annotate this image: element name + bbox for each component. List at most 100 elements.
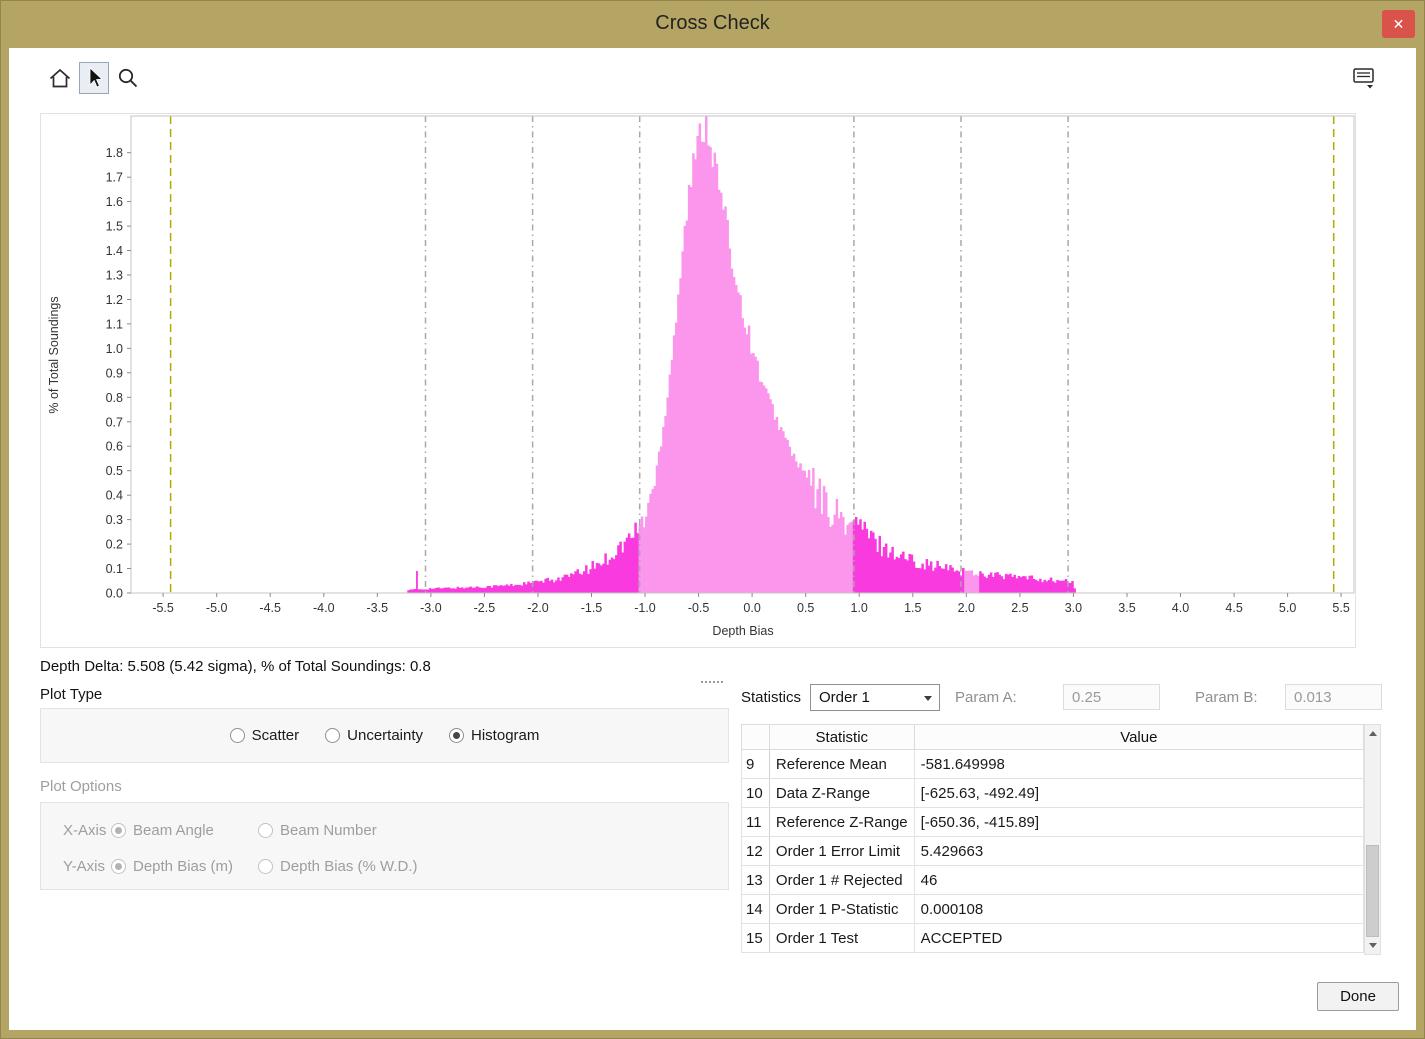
radio-circle (111, 823, 126, 838)
table-row[interactable]: 10 Data Z-Range [-625.63, -492.49] (742, 779, 1364, 808)
radio-label: Histogram (471, 727, 539, 744)
svg-text:-0.5: -0.5 (688, 601, 710, 615)
radio-histogram[interactable]: Histogram (449, 727, 539, 744)
svg-text:1.8: 1.8 (106, 146, 123, 160)
statistics-table: Statistic Value 9 Reference Mean -581.64… (741, 724, 1364, 953)
value-cell: [-625.63, -492.49] (914, 779, 1363, 808)
value-cell: -581.649998 (914, 750, 1363, 779)
scroll-up-icon[interactable] (1365, 726, 1380, 742)
close-icon: ✕ (1393, 16, 1405, 33)
row-number: 12 (742, 837, 770, 866)
svg-text:0.1: 0.1 (106, 562, 123, 576)
svg-text:-3.0: -3.0 (420, 601, 442, 615)
radio-circle (258, 823, 273, 838)
svg-text:1.0: 1.0 (851, 601, 868, 615)
row-number: 13 (742, 866, 770, 895)
svg-text:-1.5: -1.5 (581, 601, 603, 615)
svg-text:0.0: 0.0 (743, 601, 760, 615)
table-row[interactable]: 15 Order 1 Test ACCEPTED (742, 924, 1364, 953)
radio-circle (258, 859, 273, 874)
table-row[interactable]: 13 Order 1 # Rejected 46 (742, 866, 1364, 895)
statistic-cell: Order 1 # Rejected (769, 866, 914, 895)
value-cell: 5.429663 (914, 837, 1363, 866)
y-axis-row: Y-Axis Depth Bias (m) Depth Bias (% W.D.… (63, 853, 728, 879)
svg-text:1.4: 1.4 (106, 244, 123, 258)
done-button[interactable]: Done (1317, 982, 1399, 1011)
svg-text:0.3: 0.3 (106, 513, 123, 527)
radio-depth-bias-wd: Depth Bias (% W.D.) (258, 858, 418, 875)
cursor-icon (83, 66, 105, 90)
radio-uncertainty[interactable]: Uncertainty (325, 727, 423, 744)
svg-text:-5.5: -5.5 (152, 601, 174, 615)
statistic-cell: Reference Mean (769, 750, 914, 779)
splitter-handle[interactable] (701, 681, 723, 683)
histogram-chart-area[interactable]: -5.5-5.0-4.5-4.0-3.5-3.0-2.5-2.0-1.5-1.0… (40, 113, 1356, 648)
value-cell: 46 (914, 866, 1363, 895)
zoom-tool-button[interactable] (113, 63, 143, 93)
status-line: Depth Delta: 5.508 (5.42 sigma), % of To… (40, 658, 431, 675)
order-select[interactable]: Order 1 (810, 684, 940, 711)
row-number: 11 (742, 808, 770, 837)
radio-depth-bias-m: Depth Bias (m) (111, 858, 258, 875)
statistics-label: Statistics (741, 689, 801, 706)
statistic-cell: Order 1 Error Limit (769, 837, 914, 866)
svg-text:2.0: 2.0 (958, 601, 975, 615)
row-number: 10 (742, 779, 770, 808)
chevron-down-icon (924, 696, 932, 701)
svg-text:1.6: 1.6 (106, 195, 123, 209)
radio-circle (111, 859, 126, 874)
value-cell: ACCEPTED (914, 924, 1363, 953)
row-number: 9 (742, 750, 770, 779)
svg-text:0.8: 0.8 (106, 391, 123, 405)
radio-beam-angle: Beam Angle (111, 822, 258, 839)
title-bar[interactable]: Cross Check ✕ (0, 0, 1425, 48)
radio-circle (449, 728, 464, 743)
svg-text:% of Total Soundings: % of Total Soundings (47, 296, 61, 413)
svg-text:5.0: 5.0 (1279, 601, 1296, 615)
svg-text:3.5: 3.5 (1118, 601, 1135, 615)
svg-text:1.1: 1.1 (106, 317, 123, 331)
annotation-menu-button[interactable] (1349, 63, 1379, 93)
svg-text:1.5: 1.5 (106, 220, 123, 234)
svg-text:0.6: 0.6 (106, 440, 123, 454)
plot-options-group: X-Axis Beam Angle Beam Number Y-Axis Dep… (40, 802, 729, 890)
radio-label: Scatter (252, 727, 300, 744)
svg-text:0.2: 0.2 (106, 538, 123, 552)
value-header: Value (914, 725, 1363, 750)
param-b-label: Param B: (1195, 689, 1258, 706)
svg-text:-4.5: -4.5 (259, 601, 281, 615)
annotation-icon (1351, 65, 1377, 91)
radio-label: Depth Bias (m) (133, 858, 233, 875)
statistic-header: Statistic (769, 725, 914, 750)
svg-text:4.5: 4.5 (1225, 601, 1242, 615)
svg-text:0.5: 0.5 (797, 601, 814, 615)
radio-scatter[interactable]: Scatter (230, 727, 300, 744)
close-button[interactable]: ✕ (1382, 10, 1415, 38)
scroll-thumb[interactable] (1366, 845, 1379, 937)
svg-text:0.0: 0.0 (106, 587, 123, 601)
plot-type-label: Plot Type (40, 686, 102, 703)
svg-text:4.0: 4.0 (1172, 601, 1189, 615)
param-b-input (1285, 684, 1382, 710)
svg-text:1.5: 1.5 (904, 601, 921, 615)
table-row[interactable]: 14 Order 1 P-Statistic 0.000108 (742, 895, 1364, 924)
table-row[interactable]: 12 Order 1 Error Limit 5.429663 (742, 837, 1364, 866)
table-row[interactable]: 9 Reference Mean -581.649998 (742, 750, 1364, 779)
search-icon (116, 66, 140, 90)
pointer-tool-button[interactable] (79, 62, 109, 94)
table-scrollbar[interactable] (1364, 724, 1381, 955)
svg-text:5.5: 5.5 (1332, 601, 1349, 615)
scroll-down-icon[interactable] (1365, 937, 1380, 953)
home-button[interactable] (45, 63, 75, 93)
statistic-cell: Order 1 P-Statistic (769, 895, 914, 924)
svg-text:0.5: 0.5 (106, 464, 123, 478)
table-row[interactable]: 11 Reference Z-Range [-650.36, -415.89] (742, 808, 1364, 837)
param-a-input (1063, 684, 1160, 710)
svg-text:0.4: 0.4 (106, 489, 123, 503)
param-a-label: Param A: (955, 689, 1017, 706)
home-icon (48, 66, 72, 90)
cross-check-dialog: Cross Check ✕ (0, 0, 1425, 1039)
radio-beam-number: Beam Number (258, 822, 377, 839)
x-axis-label: X-Axis (63, 822, 111, 839)
svg-text:-2.0: -2.0 (527, 601, 549, 615)
